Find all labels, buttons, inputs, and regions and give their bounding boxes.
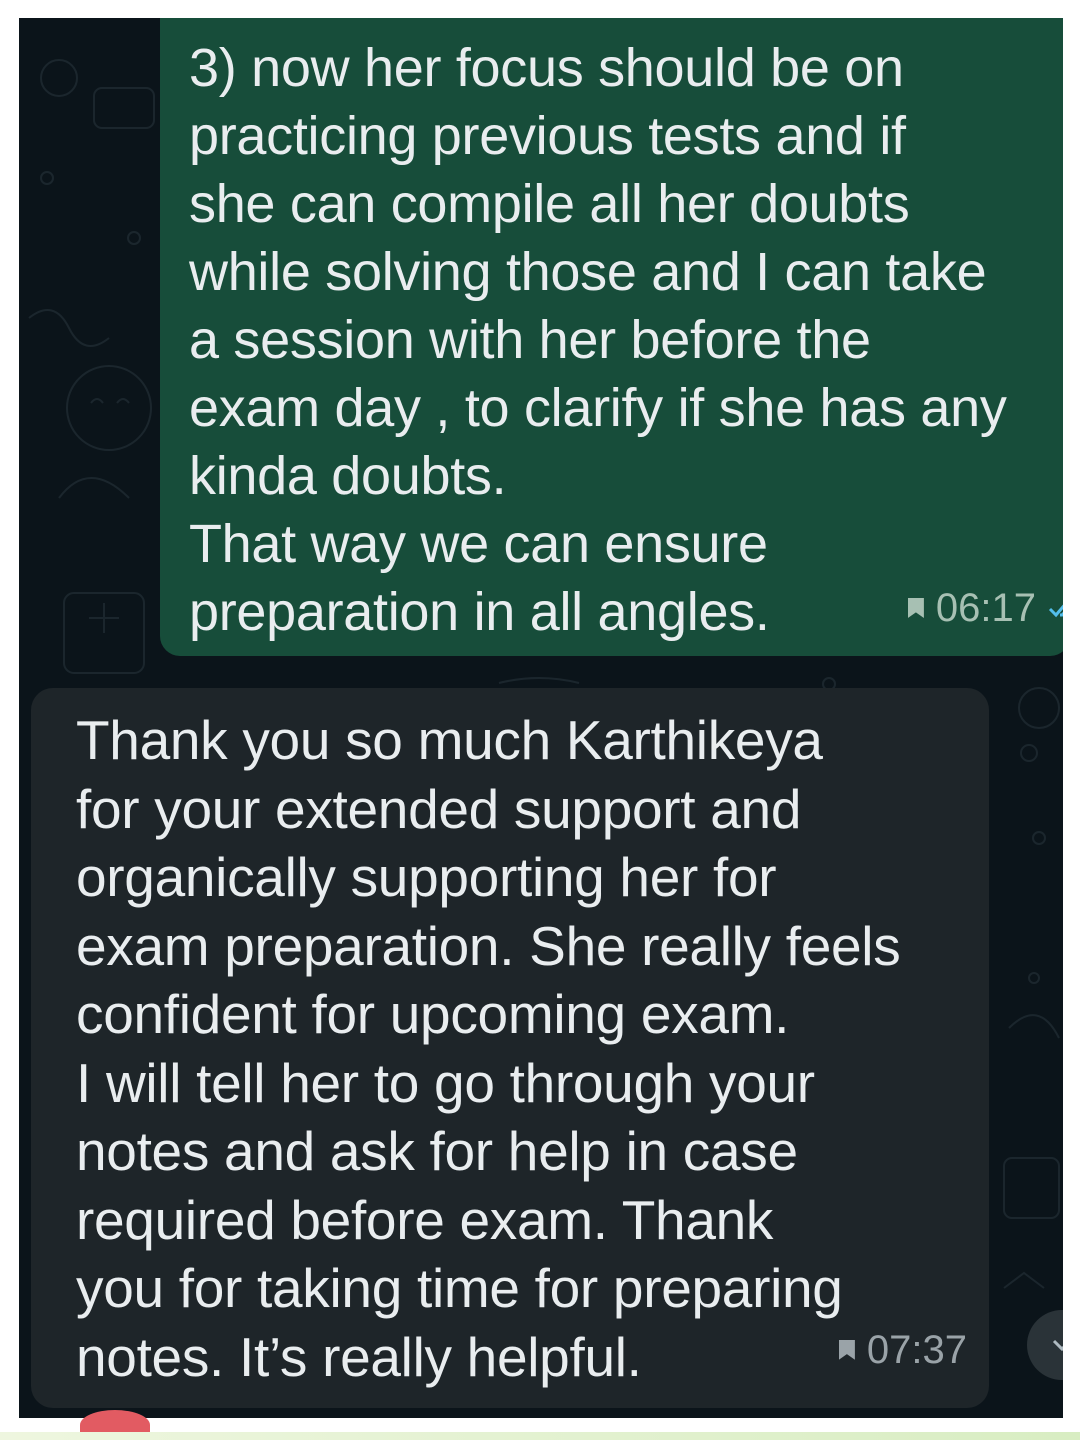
- bottom-strip: [0, 1432, 1080, 1440]
- message-meta: 06:17: [907, 574, 1063, 642]
- incoming-message[interactable]: Thank you so much Karthikeya for your ex…: [31, 688, 989, 1408]
- chevron-down-icon: [1052, 1339, 1063, 1352]
- outgoing-message[interactable]: 3) now her focus should be on practicing…: [160, 18, 1063, 656]
- pin-icon: [838, 1339, 855, 1360]
- double-check-icon: [1048, 604, 1063, 618]
- message-time: 06:17: [935, 586, 1036, 630]
- pin-icon: [907, 598, 924, 618]
- message-text: 3) now her focus should be on practicing…: [189, 38, 1007, 642]
- message-time: 07:37: [866, 1327, 967, 1372]
- message-meta: 07:37: [838, 1316, 967, 1385]
- chat-window: 3) now her focus should be on practicing…: [19, 18, 1063, 1418]
- message-text: Thank you so much Karthikeya for your ex…: [76, 709, 901, 1388]
